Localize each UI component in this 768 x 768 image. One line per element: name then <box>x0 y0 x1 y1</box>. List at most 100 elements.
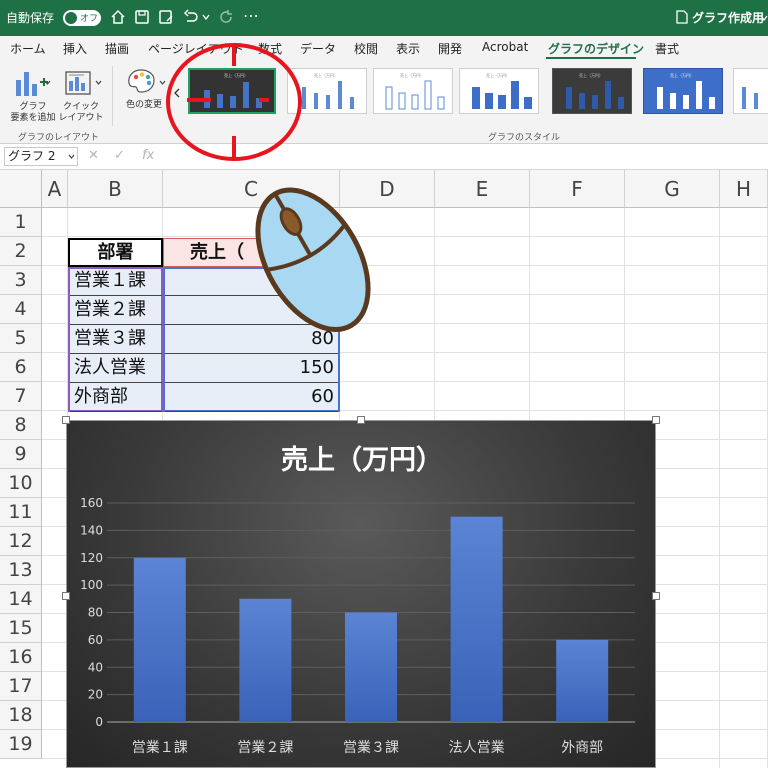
svg-text:売上（万円）: 売上（万円） <box>579 72 603 78</box>
sales-value-cell[interactable]: 150 <box>165 354 338 383</box>
column-header-h[interactable]: H <box>720 170 768 208</box>
tab-format[interactable]: 書式 <box>655 40 679 57</box>
dropdown-arrow-icon[interactable] <box>95 80 102 86</box>
resize-handle-left[interactable] <box>62 592 70 600</box>
save-icon[interactable] <box>134 9 150 25</box>
quick-layout-icon[interactable] <box>64 68 94 98</box>
dept-cell[interactable]: 営業３課 <box>70 325 162 354</box>
dropdown-arrow-icon[interactable] <box>44 80 51 86</box>
chart-style-thumbnail-5[interactable]: 売上（万円） <box>552 68 632 114</box>
y-tick-label: 160 <box>80 496 103 510</box>
row-header-16[interactable]: 16 <box>0 643 42 672</box>
row-header-2[interactable]: 2 <box>0 237 42 266</box>
redo-icon[interactable] <box>218 9 234 25</box>
resize-handle-top[interactable] <box>357 416 365 424</box>
resize-handle-right[interactable] <box>652 592 660 600</box>
dept-cell[interactable]: 営業１課 <box>70 267 162 296</box>
embedded-chart[interactable]: 売上（万円） 0 20 40 60 80 100 120 140 160 営業１課 営業２課 営業３課 法… <box>66 420 656 768</box>
bar-5 <box>556 639 609 722</box>
document-icon <box>676 10 688 24</box>
row-header-17[interactable]: 17 <box>0 672 42 701</box>
thumbnail-chart: 売上（万円） <box>657 72 715 109</box>
home-icon[interactable] <box>110 9 126 25</box>
svg-text:売上（万円）: 売上（万円） <box>314 72 338 78</box>
column-header-f[interactable]: F <box>530 170 625 208</box>
tab-view[interactable]: 表示 <box>396 40 420 57</box>
undo-dropdown-icon[interactable] <box>202 13 210 21</box>
resize-handle-top-right[interactable] <box>652 416 660 424</box>
tab-acrobat[interactable]: Acrobat <box>482 40 528 54</box>
y-tick-label: 100 <box>80 578 103 592</box>
column-header-e[interactable]: E <box>435 170 530 208</box>
namebox-dropdown-icon[interactable] <box>68 154 75 160</box>
dept-cell[interactable]: 外商部 <box>70 383 162 412</box>
y-tick-label: 80 <box>88 606 103 620</box>
resize-handle-top-left[interactable] <box>62 416 70 424</box>
thumbnail-chart: 売上（万円） <box>385 72 445 110</box>
excel-window: 自動保存 オフ ⋯ グラフ作成用 ホーム 挿入 描画 ページレイアウト 数式 デ… <box>0 0 768 768</box>
row-header-3[interactable]: 3 <box>0 266 42 295</box>
column-header-a[interactable]: A <box>42 170 68 208</box>
row-header-1[interactable]: 1 <box>0 208 42 237</box>
bar-4 <box>450 516 503 722</box>
row-header-10[interactable]: 10 <box>0 469 42 498</box>
x-category-label: 法人営業 <box>449 740 505 756</box>
chart-style-thumbnail-4[interactable]: 売上（万円） <box>459 68 539 114</box>
title-chevron-icon[interactable] <box>760 14 768 22</box>
row-header-12[interactable]: 12 <box>0 527 42 556</box>
undo-icon[interactable] <box>183 9 199 25</box>
row-header-19[interactable]: 19 <box>0 730 42 759</box>
palette-icon[interactable] <box>126 68 156 94</box>
bar-1 <box>133 557 186 722</box>
column-header-g[interactable]: G <box>625 170 720 208</box>
quick-layout-label[interactable]: クイック レイアウト <box>58 102 104 124</box>
row-header-4[interactable]: 4 <box>0 295 42 324</box>
tab-home[interactable]: ホーム <box>10 40 46 57</box>
row-header-13[interactable]: 13 <box>0 556 42 585</box>
cancel-icon[interactable]: ✕ <box>88 148 99 163</box>
row-header-18[interactable]: 18 <box>0 701 42 730</box>
more-icon[interactable]: ⋯ <box>243 6 259 25</box>
chart-style-thumbnail-7[interactable] <box>733 68 768 114</box>
row-header-6[interactable]: 6 <box>0 353 42 382</box>
tab-chart-design[interactable]: グラフのデザイン <box>548 40 644 57</box>
bar-3 <box>345 612 397 722</box>
select-all-corner[interactable] <box>0 170 42 208</box>
thumbnail-chart: 売上（万円） <box>566 72 624 109</box>
chart-style-thumbnail-3[interactable]: 売上（万円） <box>373 68 453 114</box>
column-header-b[interactable]: B <box>68 170 163 208</box>
name-box[interactable]: グラフ 2 <box>4 147 78 166</box>
title-bar: 自動保存 オフ ⋯ グラフ作成用 <box>0 0 768 36</box>
tab-draw[interactable]: 描画 <box>105 40 129 57</box>
row-header-15[interactable]: 15 <box>0 614 42 643</box>
autosave-state: オフ <box>80 14 99 24</box>
add-chart-element-label[interactable]: グラフ 要素を追加 <box>10 102 56 124</box>
row-header-7[interactable]: 7 <box>0 382 42 411</box>
tab-insert[interactable]: 挿入 <box>63 40 87 57</box>
bar-2 <box>239 598 292 722</box>
thumbnail-chart <box>742 87 758 109</box>
header-dept-cell[interactable]: 部署 <box>68 238 163 267</box>
confirm-icon[interactable]: ✓ <box>114 148 125 163</box>
row-header-5[interactable]: 5 <box>0 324 42 353</box>
dept-cell[interactable]: 営業２課 <box>70 296 162 325</box>
row-header-14[interactable]: 14 <box>0 585 42 614</box>
insert-function-icon[interactable]: fx <box>142 148 154 163</box>
save-as-icon[interactable] <box>158 9 174 25</box>
row-header-9[interactable]: 9 <box>0 440 42 469</box>
autosave-label: 自動保存 <box>6 11 55 25</box>
add-chart-element-icon[interactable] <box>14 68 48 98</box>
row-header-8[interactable]: 8 <box>0 411 42 440</box>
dept-cell[interactable]: 法人営業 <box>70 354 162 383</box>
row-header-11[interactable]: 11 <box>0 498 42 527</box>
chart-style-thumbnail-6[interactable]: 売上（万円） <box>643 68 723 114</box>
autosave-toggle[interactable]: オフ <box>63 10 101 26</box>
tab-review[interactable]: 校閲 <box>354 40 378 57</box>
highlight-target-ring <box>166 43 302 161</box>
layout-group-divider <box>112 66 113 126</box>
tab-developer[interactable]: 開発 <box>438 40 462 57</box>
grid-vline <box>719 208 720 768</box>
sales-value-cell[interactable]: 60 <box>165 383 338 412</box>
document-title[interactable]: グラフ作成用 <box>692 9 764 26</box>
toggle-knob <box>65 12 77 24</box>
